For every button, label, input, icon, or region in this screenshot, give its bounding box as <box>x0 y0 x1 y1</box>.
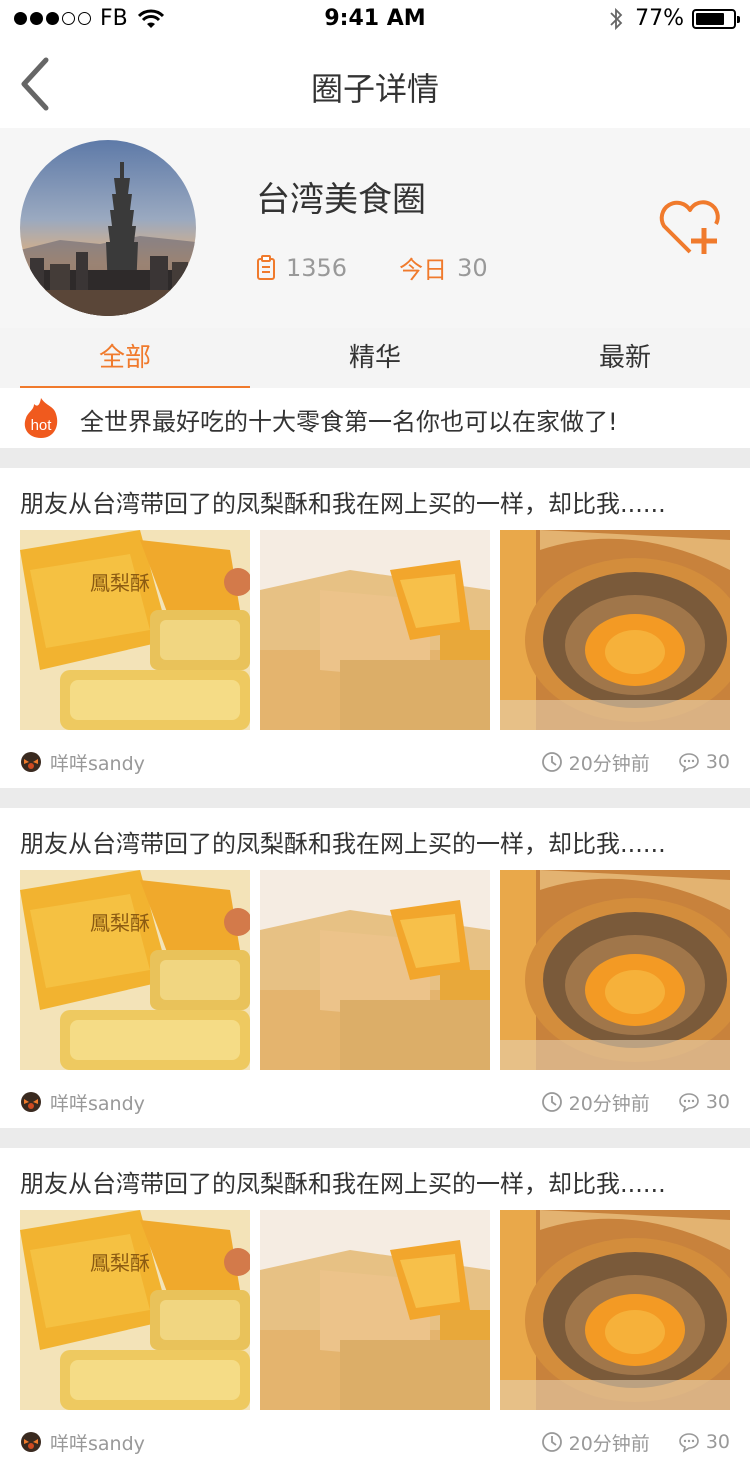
circle-stats: 1356 今日 30 <box>256 250 488 285</box>
follow-heart-plus-icon[interactable] <box>656 198 726 258</box>
comment-icon[interactable] <box>678 751 700 773</box>
tab-latest[interactable]: 最新 <box>500 328 750 388</box>
pineapple-cake-closeup-photo[interactable] <box>260 870 490 1070</box>
pineapple-cake-photo[interactable]: 鳳梨酥 <box>20 530 250 730</box>
post-title[interactable]: 朋友从台湾带回了的凤梨酥和我在网上买的一样，却比我...... <box>20 824 730 859</box>
post-meta: 咩咩sandy 20分钟前 30 <box>20 1088 730 1116</box>
circle-name: 台湾美食圈 <box>256 180 426 220</box>
comment-icon[interactable] <box>678 1091 700 1113</box>
tab-featured[interactable]: 精华 <box>250 328 500 388</box>
pineapple-cake-photo[interactable]: 鳳梨酥 <box>20 870 250 1070</box>
page-title: 圈子详情 <box>310 70 439 108</box>
pineapple-cake-closeup-photo[interactable] <box>260 530 490 730</box>
taipei-skyline-image <box>20 140 196 316</box>
today-count: 30 <box>457 253 488 282</box>
author-avatar-icon[interactable] <box>20 1431 42 1453</box>
hot-topic-bar[interactable]: hot 全世界最好吃的十大零食第一名你也可以在家做了! <box>0 388 750 448</box>
svg-text:鳳梨酥: 鳳梨酥 <box>90 571 150 595</box>
pineapple-cake-photo[interactable]: 鳳梨酥 <box>20 1210 250 1410</box>
circle-avatar <box>20 140 196 316</box>
pineapple-cake-closeup-photo[interactable] <box>260 1210 490 1410</box>
post-card[interactable]: 朋友从台湾带回了的凤梨酥和我在网上买的一样，却比我...... 鳳梨酥 咩咩sa… <box>0 468 750 788</box>
post-time: 20分钟前 <box>568 1092 650 1115</box>
egg-yolk-pastry-photo[interactable] <box>500 530 730 730</box>
post-time: 20分钟前 <box>568 1432 650 1455</box>
author-name[interactable]: 咩咩sandy <box>50 1089 145 1116</box>
bluetooth-icon <box>610 7 623 30</box>
clock-icon <box>541 1432 562 1452</box>
author-avatar-icon[interactable] <box>20 751 42 773</box>
svg-text:鳳梨酥: 鳳梨酥 <box>90 911 150 935</box>
post-title[interactable]: 朋友从台湾带回了的凤梨酥和我在网上买的一样，却比我...... <box>20 484 730 519</box>
battery-area: 77% <box>609 6 740 31</box>
status-bar: FB 9:41 AM 77% <box>0 0 750 40</box>
post-images: 鳳梨酥 <box>20 870 740 1070</box>
author-avatar-icon[interactable] <box>20 1091 42 1113</box>
comment-count: 30 <box>705 1431 730 1453</box>
tab-bar: 全部 精华 最新 <box>0 328 750 388</box>
post-title[interactable]: 朋友从台湾带回了的凤梨酥和我在网上买的一样，却比我...... <box>20 1164 730 1199</box>
post-images: 鳳梨酥 <box>20 1210 740 1410</box>
post-meta: 咩咩sandy 20分钟前 30 <box>20 1428 730 1456</box>
clock-icon <box>541 1092 562 1112</box>
post-time: 20分钟前 <box>568 752 650 775</box>
battery-fill <box>696 12 724 25</box>
battery-icon <box>692 8 740 29</box>
post-count: 1356 <box>286 253 348 282</box>
today-label: 今日 <box>399 256 448 284</box>
post-card[interactable]: 朋友从台湾带回了的凤梨酥和我在网上买的一样，却比我...... 鳳梨酥 咩咩sa… <box>0 808 750 1128</box>
nav-bar: 圈子详情 <box>0 40 750 128</box>
tab-all[interactable]: 全部 <box>0 328 250 388</box>
egg-yolk-pastry-photo[interactable] <box>500 1210 730 1410</box>
battery-percent: 77% <box>635 6 684 31</box>
post-card[interactable]: 朋友从台湾带回了的凤梨酥和我在网上买的一样，却比我...... 鳳梨酥 咩咩sa… <box>0 1148 750 1468</box>
comment-icon[interactable] <box>678 1431 700 1453</box>
author-name[interactable]: 咩咩sandy <box>50 1429 145 1456</box>
hot-topic-text: 全世界最好吃的十大零食第一名你也可以在家做了! <box>80 408 618 436</box>
post-meta: 咩咩sandy 20分钟前 30 <box>20 748 730 776</box>
hot-badge-label: hot <box>31 417 53 434</box>
document-icon <box>257 254 275 280</box>
comment-count: 30 <box>705 1091 730 1113</box>
post-images: 鳳梨酥 <box>20 530 740 730</box>
comment-count: 30 <box>705 751 730 773</box>
hot-flame-icon: hot <box>24 398 58 438</box>
circle-header: 台湾美食圈 1356 今日 30 <box>0 128 750 328</box>
clock-icon <box>541 752 562 772</box>
author-name[interactable]: 咩咩sandy <box>50 749 145 776</box>
egg-yolk-pastry-photo[interactable] <box>500 870 730 1070</box>
svg-text:鳳梨酥: 鳳梨酥 <box>90 1251 150 1275</box>
